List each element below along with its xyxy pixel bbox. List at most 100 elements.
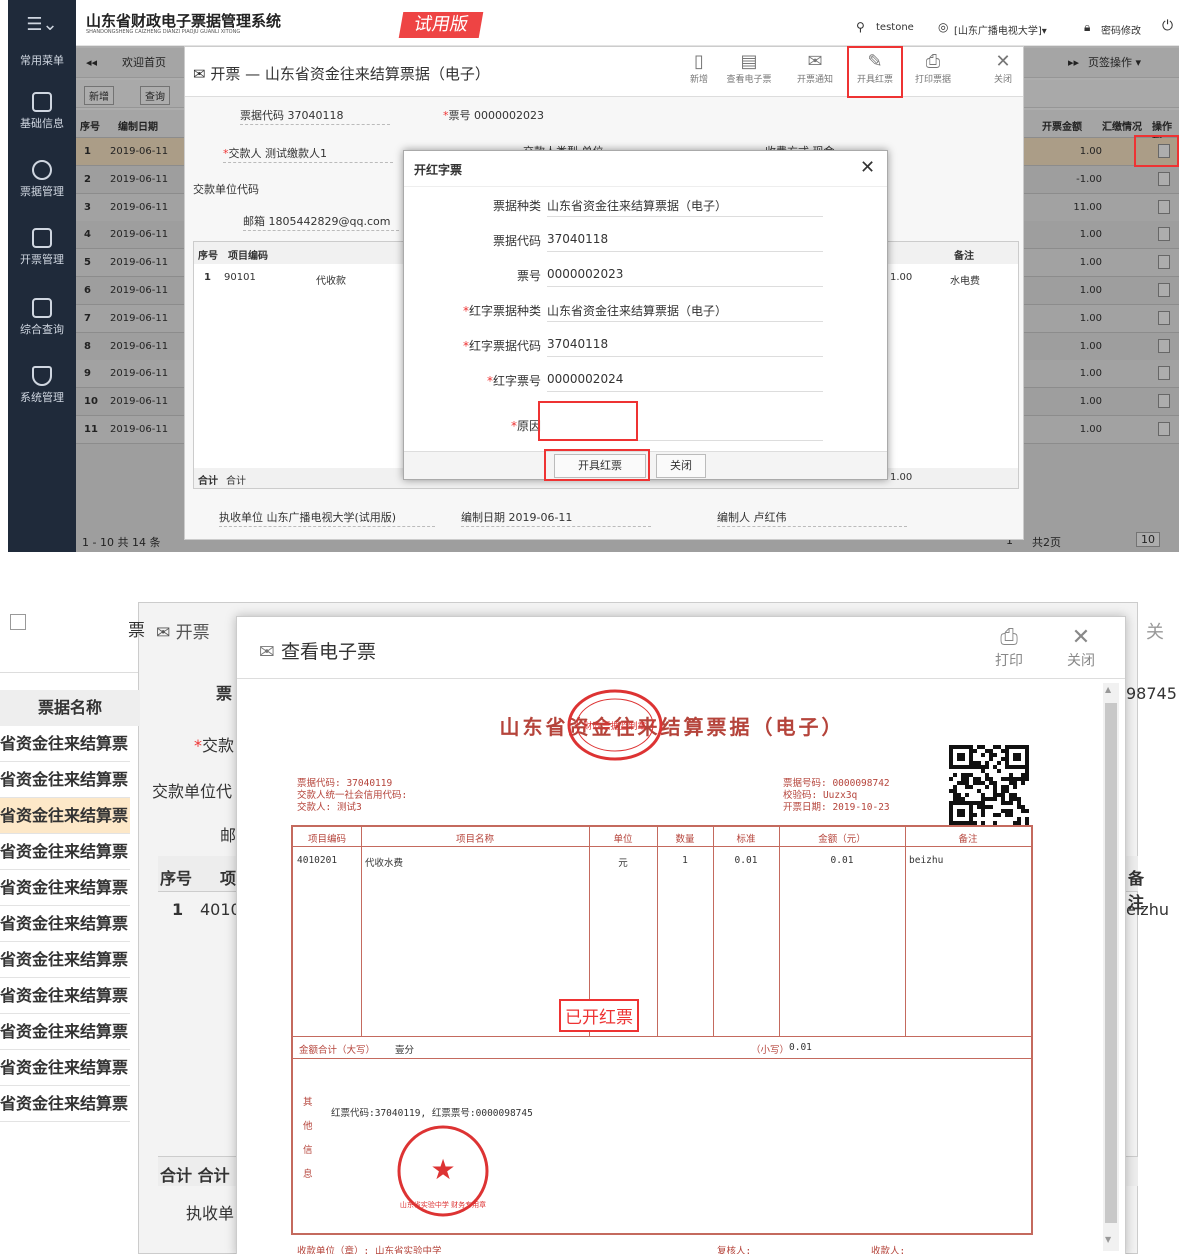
toolbar-label: 关闭	[993, 75, 1012, 85]
bottom-screenshot: 票据名称 省资金往来结算票 省资金往来结算票 省资金往来结算票 省资金往来结算票 省资金…	[0, 556, 1179, 1254]
field-label: 票据种类	[493, 197, 541, 214]
field-label: *红字票号	[487, 372, 541, 389]
bg-row-num: 1	[172, 900, 184, 919]
list-item[interactable]: 省资金往来结算票	[0, 942, 130, 978]
list-item[interactable]: 省资金往来结算票	[0, 978, 130, 1014]
toolbar-button-4[interactable]: ⎙ 打印票据	[907, 51, 959, 85]
password-change-link[interactable]: 密码修改	[1101, 22, 1141, 37]
payee: 收款人:	[871, 1246, 906, 1254]
red-issued-stamp: 已开红票	[559, 999, 639, 1032]
sidebar-item-system[interactable]: 系统管理	[8, 366, 76, 405]
dialog-field-row: 票据种类 山东省资金往来结算票据（电子）	[404, 189, 889, 219]
bg-unit: 执收单	[186, 1204, 235, 1223]
scroll-down-icon[interactable]: ▼	[1105, 1235, 1111, 1244]
ticket-total-row: 金额合计（大写） 壹分 （小写） 0.01	[293, 1037, 1031, 1059]
close-icon[interactable]: ✕	[860, 157, 875, 178]
highlight-op-cell	[1134, 135, 1179, 167]
field-label: *红字票据种类	[463, 302, 541, 319]
bg-ticket-partial: 票	[128, 621, 145, 641]
username[interactable]: testone	[876, 22, 914, 33]
detail-note: 水电费	[950, 276, 980, 287]
ticket-cell: 0.01	[734, 855, 758, 866]
dialog-field-row: 票号 0000002023	[404, 259, 889, 289]
ticket-payer: 交款人: 测试3	[297, 802, 362, 813]
ticket-col-header: 数量	[675, 834, 695, 845]
field-value[interactable]: 山东省资金往来结算票据（电子）	[547, 302, 823, 322]
total-upper-label: 金额合计（大写）	[299, 1045, 376, 1056]
editor: 编制人 卢红伟	[717, 509, 907, 527]
total-sub: 合计	[226, 476, 246, 487]
list-item[interactable]: 省资金往来结算票	[0, 798, 130, 834]
mail-icon: ✉	[259, 641, 281, 663]
list-item[interactable]: 省资金往来结算票	[0, 726, 130, 762]
email-value: 1805442829@qq.com	[268, 215, 391, 228]
bg-item-header: 项	[220, 869, 237, 888]
org-selector[interactable]: [山东广播电视大学]▾	[954, 22, 1047, 37]
detail-header-note: 备注	[954, 251, 974, 262]
issue-date: 开票日期: 2019-10-23	[783, 802, 890, 813]
dialog-close-button[interactable]: 关闭	[656, 454, 706, 478]
dialog-field-row: 票据代码 37040118	[404, 224, 889, 254]
bg-payer-text: 交款	[202, 736, 235, 755]
email-label: 邮箱	[243, 215, 265, 228]
total-upper: 壹分	[395, 1045, 415, 1056]
print-button[interactable]: ⎙ 打印	[989, 625, 1029, 670]
toolbar-button-1[interactable]: ▤ 查看电子票	[723, 51, 775, 85]
viewer-close-button[interactable]: ✕ 关闭	[1061, 625, 1101, 670]
sidebar-item-ticket[interactable]: 票据管理	[8, 160, 76, 199]
toolbar-button-5[interactable]: ✕ 关闭	[977, 51, 1029, 85]
scroll-thumb[interactable]	[1105, 703, 1117, 1223]
list-item[interactable]: 省资金往来结算票	[0, 762, 130, 798]
finance-seal: ★ 山东省实验中学 财务专用章	[397, 1125, 489, 1217]
ticket-col-divider	[905, 827, 906, 1037]
org-code-label: 交款单位代码	[193, 183, 259, 196]
total-amount: 1.00	[890, 472, 913, 483]
power-icon[interactable]: ⏻	[1162, 18, 1173, 34]
calendar-icon	[10, 614, 26, 630]
reviewer: 复核人:	[717, 1246, 752, 1254]
invoice-icon	[32, 228, 52, 248]
field-value[interactable]: 37040118	[547, 337, 823, 357]
list-item[interactable]: 省资金往来结算票	[0, 1014, 130, 1050]
scroll-up-icon[interactable]: ▲	[1105, 685, 1111, 694]
other-info: 红票代码:37040119, 红票票号:0000098745	[331, 1108, 533, 1119]
total-small-label: （小写）	[751, 1045, 790, 1056]
list-item[interactable]: 省资金往来结算票	[0, 906, 130, 942]
field-value[interactable]: 0000002024	[547, 372, 823, 392]
viewer-scrollbar[interactable]: ▲ ▼	[1103, 683, 1119, 1251]
toolbar-button-0[interactable]: ▯ 新增	[673, 51, 725, 85]
field-label-text: 红字票号	[492, 374, 541, 388]
toolbar-button-2[interactable]: ✉ 开票通知	[789, 51, 841, 85]
bg-mail: 邮	[220, 826, 237, 845]
list-item[interactable]: 省资金往来结算票	[0, 1086, 130, 1122]
sidebar-item-basic[interactable]: 基础信息	[8, 92, 76, 131]
bg-tab-label: 开票	[175, 623, 210, 643]
menu-toggle-icon[interactable]: ☰⌄	[8, 14, 76, 35]
list-item[interactable]: 省资金往来结算票	[0, 834, 130, 870]
collect-unit: 执收单位 山东广播电视大学(试用版)	[219, 509, 435, 527]
field-label: 票据代码	[493, 232, 541, 249]
field-label-text: 票号	[516, 269, 541, 283]
qr-code-icon	[949, 745, 1029, 825]
list-item[interactable]: 省资金往来结算票	[0, 1050, 130, 1086]
dialog-header: 开红字票 ✕	[404, 151, 887, 187]
list-item[interactable]: 省资金往来结算票	[0, 870, 130, 906]
ticket-table-header: 项目编码 项目名称 单位 数量 标准 金额（元） 备注	[293, 827, 1031, 847]
sidebar-common-menu[interactable]: 常用菜单	[8, 52, 76, 68]
sidebar-item-query[interactable]: 综合查询	[8, 298, 76, 337]
ticket-col-header: 项目名称	[455, 834, 494, 845]
layers-icon	[32, 92, 52, 112]
total-label: 合计	[198, 476, 218, 487]
printer-icon: ⎙	[1000, 625, 1018, 650]
toolbar-label: 查看电子票	[726, 75, 772, 85]
ticket-col-header: 金额（元）	[818, 834, 866, 845]
sidebar-item-label: 基础信息	[20, 117, 64, 130]
field-value: 山东省资金往来结算票据（电子）	[547, 197, 823, 217]
ticket-no-value: 0000002023	[474, 109, 544, 122]
field-label-text: 票据种类	[492, 199, 541, 213]
app-title: 山东省财政电子票据管理系统	[86, 12, 282, 30]
dialog-field-row: *红字票据代码 37040118	[404, 329, 889, 359]
sidebar-item-invoice[interactable]: 开票管理	[8, 228, 76, 267]
e-ticket: 山东省资金往来结算票据（电子） 财政票据监制章 票据代码: 37040119 交…	[257, 687, 1087, 1254]
dialog-field-row: *红字票号 0000002024	[404, 364, 889, 394]
